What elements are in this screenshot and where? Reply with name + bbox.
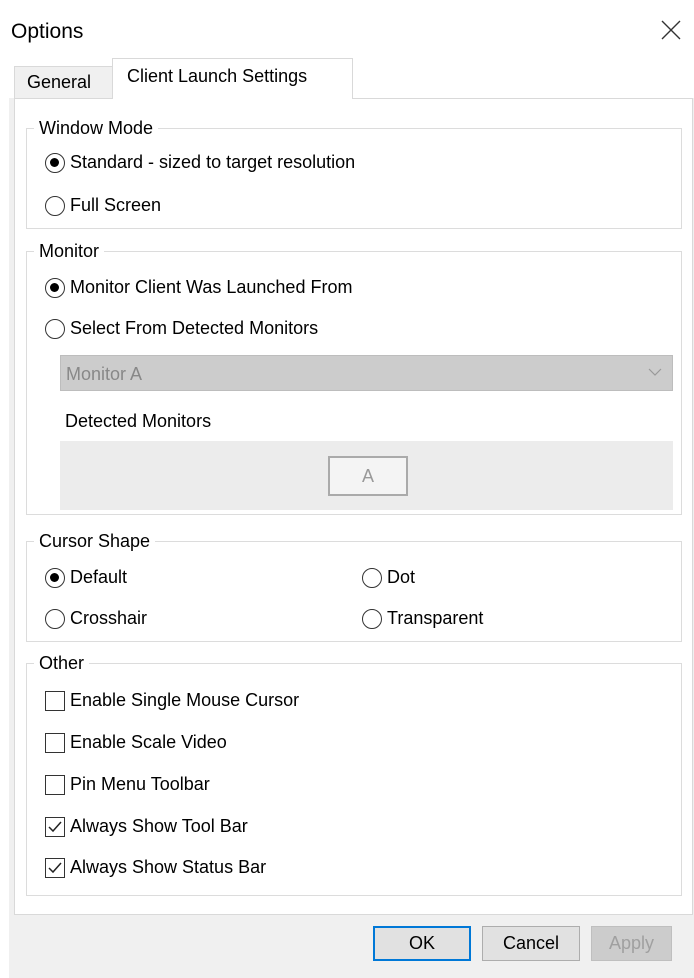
radio-cursor-transparent-label: Transparent bbox=[387, 608, 484, 628]
radio-cursor-dot-indicator[interactable] bbox=[362, 567, 382, 588]
checkbox-always-show-status-bar-box[interactable] bbox=[45, 857, 65, 878]
radio-full-screen-indicator[interactable] bbox=[45, 195, 65, 216]
checkbox-scale-video-label: Enable Scale Video bbox=[70, 732, 227, 752]
tab-general[interactable]: General bbox=[14, 66, 117, 98]
checkbox-single-mouse-cursor-box[interactable] bbox=[45, 690, 65, 711]
radio-monitor-launched-from-label: Monitor Client Was Launched From bbox=[70, 277, 353, 297]
radio-cursor-default-indicator[interactable] bbox=[45, 567, 65, 588]
radio-cursor-transparent-indicator[interactable] bbox=[362, 608, 382, 629]
cursor-shape-legend: Cursor Shape bbox=[34, 531, 156, 552]
radio-standard-label: Standard - sized to target resolution bbox=[70, 152, 356, 172]
other-legend: Other bbox=[34, 653, 90, 674]
checkmark-icon bbox=[48, 821, 62, 832]
radio-full-screen-label: Full Screen bbox=[70, 195, 162, 215]
ok-button[interactable]: OK bbox=[373, 926, 471, 961]
radio-cursor-default-label: Default bbox=[70, 567, 128, 587]
close-button[interactable] bbox=[654, 13, 688, 47]
radio-full-screen[interactable]: Full Screen bbox=[45, 195, 161, 216]
cancel-button[interactable]: Cancel bbox=[482, 926, 580, 961]
checkbox-pin-menu-toolbar[interactable]: Pin Menu Toolbar bbox=[45, 774, 210, 795]
dialog-title: Options bbox=[11, 20, 84, 43]
tab-client-launch-settings-label: Client Launch Settings bbox=[127, 66, 308, 86]
radio-select-detected[interactable]: Select From Detected Monitors bbox=[45, 318, 318, 339]
radio-cursor-crosshair[interactable]: Crosshair bbox=[45, 608, 147, 629]
monitor-legend: Monitor bbox=[34, 241, 105, 262]
radio-cursor-crosshair-indicator[interactable] bbox=[45, 608, 65, 629]
close-icon bbox=[661, 20, 681, 40]
radio-monitor-launched-from[interactable]: Monitor Client Was Launched From bbox=[45, 277, 352, 298]
radio-cursor-default[interactable]: Default bbox=[45, 567, 127, 588]
chevron-down-icon bbox=[648, 368, 662, 376]
checkbox-single-mouse-cursor[interactable]: Enable Single Mouse Cursor bbox=[45, 690, 299, 711]
monitor-select[interactable]: Monitor A bbox=[60, 355, 673, 391]
checkmark-icon bbox=[48, 862, 62, 873]
radio-standard-indicator[interactable] bbox=[45, 152, 65, 173]
checkbox-always-show-tool-bar[interactable]: Always Show Tool Bar bbox=[45, 816, 248, 837]
monitor-select-value: Monitor A bbox=[66, 364, 143, 384]
checkbox-always-show-status-bar-label: Always Show Status Bar bbox=[70, 857, 267, 877]
checkbox-pin-menu-toolbar-label: Pin Menu Toolbar bbox=[70, 774, 210, 794]
radio-cursor-dot[interactable]: Dot bbox=[362, 567, 415, 588]
title-bar[interactable]: Options bbox=[9, 0, 694, 64]
radio-select-detected-indicator[interactable] bbox=[45, 318, 65, 339]
checkbox-single-mouse-cursor-label: Enable Single Mouse Cursor bbox=[70, 690, 300, 710]
checkbox-pin-menu-toolbar-box[interactable] bbox=[45, 774, 65, 795]
monitor-tile-a[interactable]: A bbox=[328, 456, 408, 496]
checkbox-always-show-tool-bar-box[interactable] bbox=[45, 816, 65, 837]
radio-cursor-crosshair-label: Crosshair bbox=[70, 608, 148, 628]
apply-button[interactable]: Apply bbox=[591, 926, 672, 961]
checkbox-scale-video-box[interactable] bbox=[45, 732, 65, 753]
radio-cursor-transparent[interactable]: Transparent bbox=[362, 608, 483, 629]
radio-standard[interactable]: Standard - sized to target resolution bbox=[45, 152, 355, 173]
radio-cursor-dot-label: Dot bbox=[387, 567, 416, 587]
tab-client-launch-settings[interactable]: Client Launch Settings bbox=[112, 58, 353, 99]
checkbox-always-show-status-bar[interactable]: Always Show Status Bar bbox=[45, 857, 266, 878]
radio-select-detected-label: Select From Detected Monitors bbox=[70, 318, 319, 338]
detected-monitors-label: Detected Monitors bbox=[65, 411, 212, 431]
checkbox-always-show-tool-bar-label: Always Show Tool Bar bbox=[70, 816, 248, 836]
radio-monitor-launched-from-indicator[interactable] bbox=[45, 277, 65, 298]
checkbox-scale-video[interactable]: Enable Scale Video bbox=[45, 732, 227, 753]
tab-general-label: General bbox=[27, 72, 92, 92]
window-mode-legend: Window Mode bbox=[34, 118, 159, 139]
